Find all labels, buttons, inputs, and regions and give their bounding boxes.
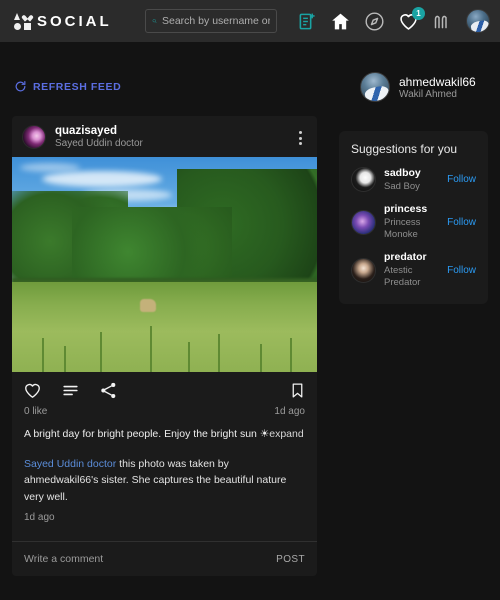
comment-compose-bar: POST	[12, 541, 317, 576]
avatar[interactable]	[351, 257, 376, 283]
suggestions-title: Suggestions for you	[351, 142, 458, 156]
list-item[interactable]: predator Atestic Predator Follow	[351, 251, 476, 289]
suggestion-fullname: Atestic Predator	[384, 264, 421, 289]
suggestion-username[interactable]: sadboy	[384, 167, 421, 181]
follow-button[interactable]: Follow	[447, 265, 476, 276]
logo-text: SOCIAL	[37, 12, 112, 30]
messages-icon[interactable]	[432, 11, 453, 32]
caption-expand-link[interactable]: expand	[269, 428, 303, 440]
search-input[interactable]	[162, 15, 270, 27]
search-icon	[152, 19, 157, 24]
post-card: quazisayed Sayed Uddin doctor 0 like 1d …	[12, 116, 317, 577]
explore-compass-icon[interactable]	[364, 11, 385, 32]
new-post-icon[interactable]	[298, 12, 317, 31]
suggestion-fullname: Princess Monoke	[384, 216, 421, 240]
post-author-info: quazisayed Sayed Uddin doctor	[55, 124, 143, 151]
post-username[interactable]: quazisayed	[55, 124, 143, 138]
avatar	[466, 9, 490, 33]
suggestions-card: Suggestions for you sadboy Sad Boy Follo…	[339, 131, 488, 304]
home-icon[interactable]	[330, 11, 351, 32]
logo-square-shape	[24, 22, 31, 30]
current-user-fullname: Wakil Ahmed	[399, 88, 457, 100]
avatar[interactable]	[351, 167, 376, 193]
suggestion-username[interactable]: princess	[384, 203, 447, 217]
search-box[interactable]	[145, 9, 277, 33]
suggestion-info: sadboy Sad Boy	[384, 167, 421, 193]
comment-input[interactable]	[24, 553, 277, 566]
photo-animal	[140, 298, 156, 312]
photo-cloud	[20, 162, 80, 172]
post-actions	[12, 372, 317, 404]
top-header: SOCIAL Search by username or name 1	[0, 0, 500, 42]
post-timestamp: 1d ago	[274, 405, 305, 417]
post-photo[interactable]	[12, 156, 317, 372]
like-icon[interactable]	[23, 381, 42, 400]
avatar[interactable]	[360, 72, 390, 102]
suggestion-fullname: Sad Boy	[384, 180, 420, 192]
list-item[interactable]: sadboy Sad Boy Follow	[351, 167, 476, 193]
post-caption-text: A bright day for bright people. Enjoy th…	[24, 427, 270, 440]
more-options-icon[interactable]	[296, 128, 305, 148]
bookmark-icon[interactable]	[289, 382, 306, 399]
logo-grid-icon	[14, 12, 31, 30]
avatar[interactable]	[351, 209, 376, 235]
refresh-feed-label: REFRESH FEED	[33, 80, 122, 93]
header-avatar[interactable]	[466, 9, 490, 33]
logo-heart-icon	[24, 13, 31, 20]
current-username[interactable]: ahmedwakil66	[399, 75, 476, 89]
photo-grass	[12, 281, 317, 372]
post-author-avatar[interactable]	[22, 125, 46, 150]
notification-badge: 1	[412, 6, 425, 20]
share-icon[interactable]	[99, 381, 118, 400]
comment-timestamp: 1d ago	[24, 511, 55, 523]
post-caption: A bright day for bright people. Enjoy th…	[12, 417, 317, 442]
current-user-info: ahmedwakil66 Wakil Ahmed	[399, 75, 476, 100]
follow-button[interactable]: Follow	[447, 217, 476, 228]
follow-button[interactable]: Follow	[447, 174, 476, 185]
header-nav-icons: 1	[298, 0, 490, 42]
logo-circle-shape	[14, 22, 21, 30]
notifications-heart-icon[interactable]: 1	[398, 6, 425, 32]
current-user-profile[interactable]: ahmedwakil66 Wakil Ahmed	[360, 72, 476, 102]
comment-icon[interactable]	[61, 381, 80, 400]
list-item[interactable]: princess Princess Monoke Follow	[351, 203, 476, 241]
comment-author-link[interactable]: Sayed Uddin doctor	[24, 458, 116, 470]
suggestion-username[interactable]: predator	[384, 251, 447, 265]
post-meta: 0 like 1d ago	[12, 404, 317, 417]
suggestion-info: princess Princess Monoke	[384, 203, 447, 241]
post-comment-button[interactable]: POST	[276, 554, 305, 565]
like-count: 0 like	[24, 405, 48, 417]
logo-triangle-shape	[14, 12, 20, 20]
post-header: quazisayed Sayed Uddin doctor	[12, 116, 317, 157]
refresh-feed-button[interactable]: REFRESH FEED	[14, 80, 121, 93]
suggestion-info: predator Atestic Predator	[384, 251, 447, 289]
refresh-icon	[15, 81, 26, 92]
post-fullname: Sayed Uddin doctor	[55, 138, 143, 150]
app-logo[interactable]: SOCIAL	[14, 12, 112, 30]
app-root: SOCIAL Search by username or name 1 REFR…	[0, 0, 500, 600]
photo-cloud	[42, 170, 162, 187]
post-comment: Sayed Uddin doctor this photo was taken …	[12, 442, 317, 525]
